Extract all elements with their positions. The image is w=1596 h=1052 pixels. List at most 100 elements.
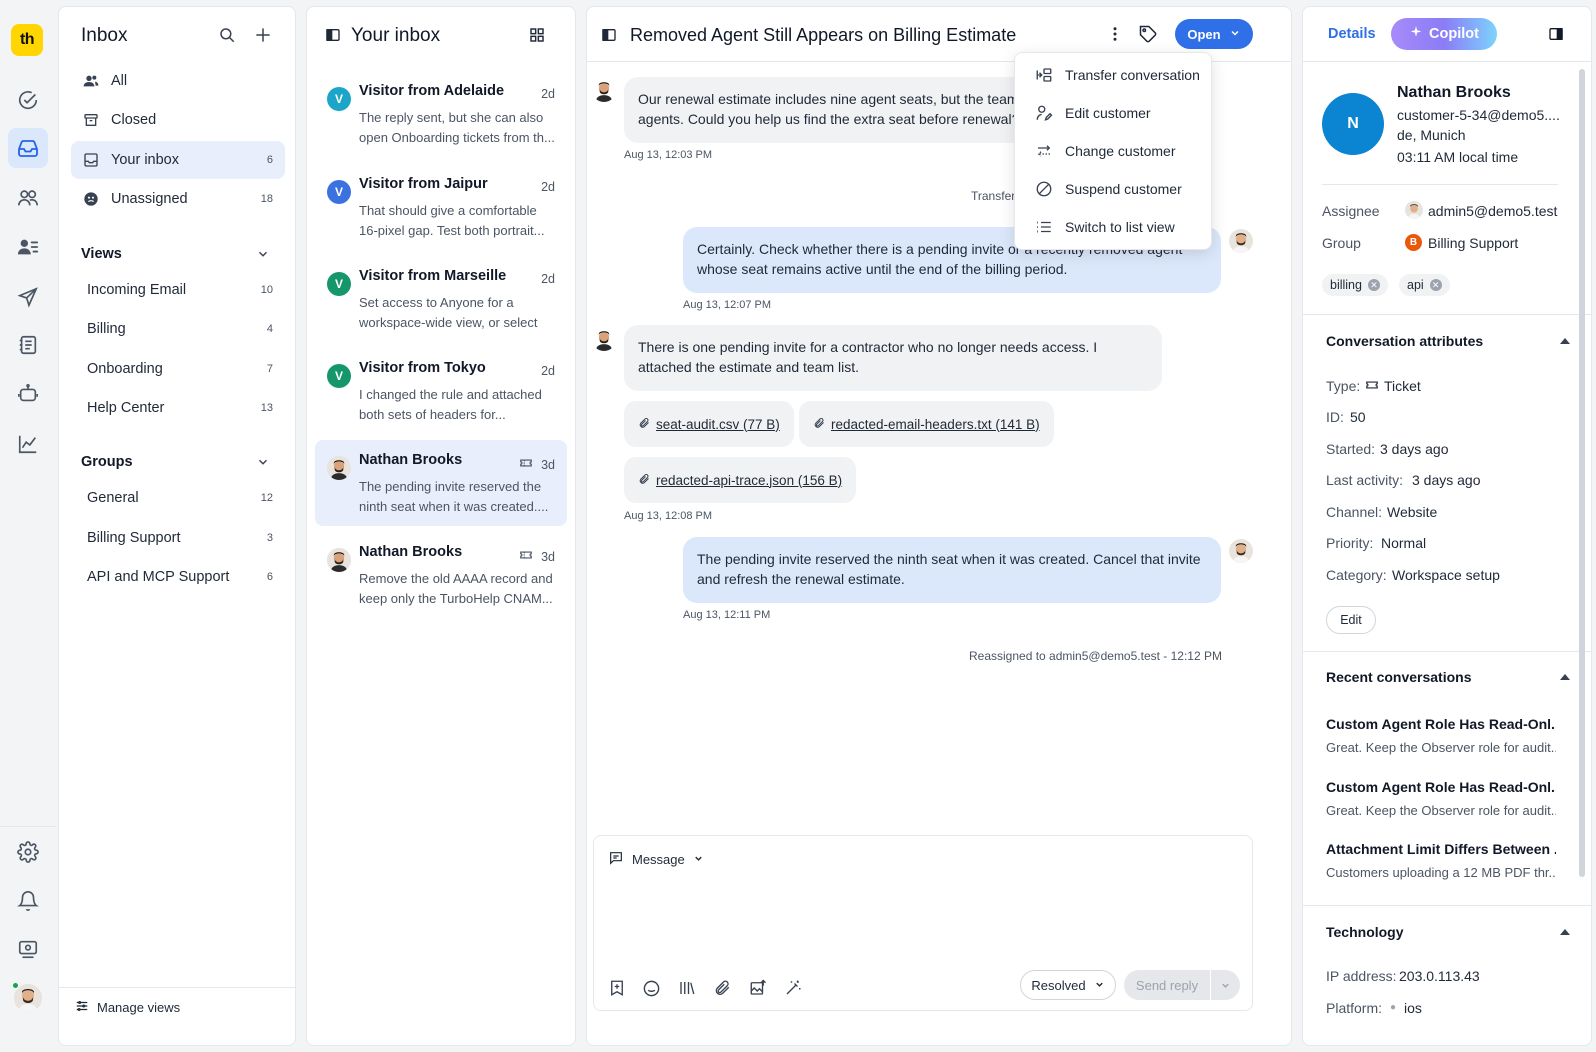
status-open-button[interactable]: Open	[1175, 19, 1253, 49]
attr-category-value: Workspace setup	[1392, 567, 1500, 583]
attr-priority-label: Priority:	[1326, 535, 1374, 551]
ticket-icon	[519, 456, 533, 473]
send-icon[interactable]	[8, 277, 48, 317]
views-heading: Views	[81, 246, 122, 262]
manage-views-button[interactable]: Manage views	[75, 999, 180, 1016]
nav-item-unassigned[interactable]: Unassigned 18	[71, 180, 285, 218]
recent-conversation-title[interactable]: Attachment Limit Differs Between ...	[1326, 841, 1556, 857]
billing-icon[interactable]	[8, 929, 48, 969]
app-logo[interactable]: th	[11, 24, 43, 56]
conversation-list-item[interactable]: V Visitor from Tokyo 2d I changed the ru…	[315, 348, 567, 434]
tag-chip-billing[interactable]: billing ✕	[1322, 274, 1388, 296]
attr-type-value: Ticket	[1384, 378, 1421, 394]
tag-icon[interactable]	[1138, 24, 1158, 47]
layout-grid-icon[interactable]	[529, 27, 545, 46]
notifications-bell-icon[interactable]	[8, 881, 48, 921]
view-item-incoming-email[interactable]: Incoming Email 10	[71, 271, 285, 309]
sidebar-toggle-icon[interactable]	[601, 27, 617, 46]
sidebar-toggle-icon[interactable]	[325, 27, 341, 46]
send-reply-button[interactable]: Send reply	[1124, 970, 1240, 1000]
nav-item-your-inbox[interactable]: Your inbox 6	[71, 141, 285, 179]
group-value[interactable]: Billing Support	[1428, 235, 1518, 251]
menu-item-edit-customer[interactable]: Edit customer	[1015, 94, 1211, 132]
magic-wand-icon[interactable]	[784, 979, 802, 1000]
tab-details[interactable]: Details	[1328, 26, 1376, 42]
inbox-nav-panel: Inbox All Closed Your inbox 6 Unassigned…	[58, 6, 296, 1046]
menu-item-change-customer[interactable]: Change customer	[1015, 132, 1211, 170]
tab-copilot[interactable]: Copilot	[1391, 18, 1497, 50]
recent-conversation-title[interactable]: Custom Agent Role Has Read-Onl...	[1326, 779, 1556, 795]
menu-item-label: Suspend customer	[1065, 181, 1182, 197]
message-icon	[608, 850, 624, 869]
tasks-icon[interactable]	[8, 80, 48, 120]
resolve-status-select[interactable]: Resolved	[1020, 970, 1116, 1000]
customer-avatar: N	[1322, 93, 1384, 155]
copilot-label: Copilot	[1429, 26, 1479, 42]
attachment-name: seat-audit.csv (77 B)	[656, 416, 780, 432]
emoji-icon[interactable]	[642, 979, 661, 1001]
details-scrollbar[interactable]	[1579, 69, 1585, 877]
conversation-list-item[interactable]: Nathan Brooks 3d Remove the old AAAA rec…	[315, 532, 567, 618]
menu-item-transfer[interactable]: Transfer conversation	[1015, 56, 1211, 94]
agent-avatar	[1229, 229, 1253, 253]
menu-item-suspend-customer[interactable]: Suspend customer	[1015, 170, 1211, 208]
bot-icon[interactable]	[8, 374, 48, 414]
system-note-transfer: Transferred to Billing Support - 12:05 P…	[971, 189, 1015, 203]
attachment-chip[interactable]: seat-audit.csv (77 B)	[624, 401, 794, 447]
chevron-down-icon[interactable]	[1211, 980, 1240, 991]
chevron-down-icon	[693, 852, 704, 867]
tech-platform-label: Platform:	[1326, 1000, 1383, 1016]
more-options-icon[interactable]	[1106, 25, 1124, 46]
ticket-icon	[1365, 378, 1379, 395]
nav-item-label: Closed	[111, 112, 157, 128]
attachment-chip[interactable]: redacted-email-headers.txt (141 B)	[799, 401, 1054, 447]
settings-icon[interactable]	[8, 832, 48, 872]
view-item-billing[interactable]: Billing 4	[71, 310, 285, 348]
upload-image-icon[interactable]	[749, 979, 767, 1000]
conversation-list-item[interactable]: V Visitor from Adelaide 2d The reply sen…	[315, 71, 567, 157]
chevron-down-icon[interactable]	[256, 247, 270, 264]
reply-textarea[interactable]	[606, 884, 1240, 964]
contacts-icon[interactable]	[8, 178, 48, 218]
chevron-down-icon[interactable]	[256, 455, 270, 472]
divider	[1303, 905, 1591, 906]
group-item-general[interactable]: General 12	[71, 479, 285, 517]
close-icon[interactable]: ✕	[1429, 279, 1442, 291]
attachment-chip[interactable]: redacted-api-trace.json (156 B)	[624, 457, 857, 503]
reports-icon[interactable]	[8, 424, 48, 464]
panel-toggle-icon[interactable]	[1548, 26, 1564, 45]
view-item-help-center[interactable]: Help Center 13	[71, 389, 285, 427]
conversation-list-item[interactable]: V Visitor from Marseille 2d Set access t…	[315, 256, 567, 342]
group-item-billing-support[interactable]: Billing Support 3	[71, 519, 285, 557]
conversation-list-item[interactable]: V Visitor from Jaipur 2d That should giv…	[315, 164, 567, 250]
collapse-icon[interactable]	[1560, 674, 1570, 680]
collapse-icon[interactable]	[1560, 338, 1570, 344]
collapse-icon[interactable]	[1560, 929, 1570, 935]
agents-icon[interactable]	[8, 227, 48, 267]
archive-icon	[83, 112, 101, 128]
view-item-onboarding[interactable]: Onboarding 7	[71, 350, 285, 388]
add-icon[interactable]	[253, 25, 273, 45]
knowledge-base-icon[interactable]	[8, 325, 48, 365]
recent-conversation-title[interactable]: Custom Agent Role Has Read-Onl...	[1326, 716, 1556, 732]
library-icon[interactable]	[678, 979, 696, 1000]
nav-item-closed[interactable]: Closed	[71, 101, 285, 139]
search-icon[interactable]	[218, 26, 236, 44]
conversation-list-item-active[interactable]: Nathan Brooks 3d The pending invite rese…	[315, 440, 567, 526]
tag-chip-api[interactable]: api ✕	[1399, 274, 1450, 296]
customer-avatar	[592, 78, 616, 102]
group-label: Group	[1322, 235, 1361, 251]
inbox-icon[interactable]	[8, 128, 48, 168]
manage-views-label: Manage views	[97, 1000, 181, 1015]
assignee-value[interactable]: admin5@demo5.test	[1428, 203, 1557, 219]
close-icon[interactable]: ✕	[1367, 279, 1380, 291]
menu-item-switch-list-view[interactable]: Switch to list view	[1015, 208, 1211, 246]
group-item-api-mcp-support[interactable]: API and MCP Support 6	[71, 558, 285, 596]
message-mode-select[interactable]: Message	[608, 850, 704, 869]
conversation-time: 2d	[541, 87, 555, 101]
attach-file-icon[interactable]	[713, 979, 731, 1000]
group-count: 12	[260, 492, 273, 504]
insert-template-icon[interactable]	[608, 979, 626, 1000]
edit-attributes-button[interactable]: Edit	[1326, 606, 1376, 634]
nav-item-all[interactable]: All	[71, 62, 285, 100]
